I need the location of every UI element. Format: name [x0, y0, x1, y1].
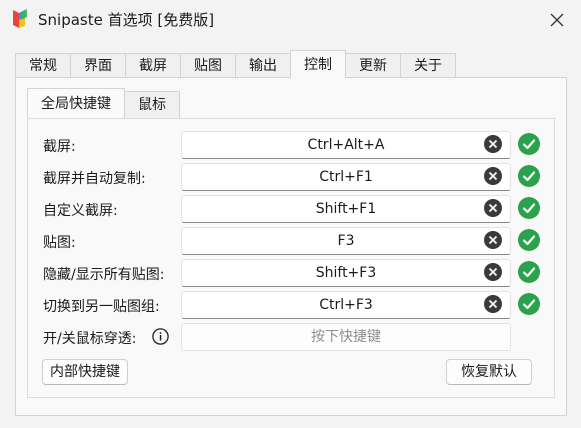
subtab-mouse[interactable]: 鼠标	[124, 91, 180, 118]
tab-interface[interactable]: 界面	[70, 53, 126, 78]
hotkey-label: 隐藏/显示所有贴图:	[43, 267, 165, 283]
hotkey-label: 截屏并自动复制:	[43, 171, 146, 187]
tab-paste[interactable]: 贴图	[180, 53, 236, 78]
mouse-passthrough-label: 开/关鼠标穿透:	[43, 331, 137, 347]
hotkey-input[interactable]: Shift+F1	[181, 195, 511, 223]
check-circle-icon	[518, 261, 540, 283]
close-button[interactable]	[540, 6, 574, 34]
restore-defaults-button[interactable]: 恢复默认	[446, 359, 532, 385]
tab-update[interactable]: 更新	[345, 53, 401, 78]
hotkey-input[interactable]: Ctrl+F3	[181, 291, 511, 319]
close-icon	[550, 13, 564, 27]
control-panel: 全局快捷键 鼠标 截屏: Ctrl+Alt+A 截屏并自动复制: Ctrl+F1…	[15, 77, 567, 416]
check-circle-icon	[518, 133, 540, 155]
hotkey-row: 截屏: Ctrl+Alt+A	[28, 131, 554, 159]
preferences-window: Snipaste 首选项 [免费版] 常规 界面 截屏 贴图 输出 控制 更新 …	[0, 0, 581, 428]
window-title: Snipaste 首选项 [免费版]	[38, 11, 215, 29]
hotkey-row: 自定义截屏: Shift+F1	[28, 195, 554, 223]
sub-tabs: 全局快捷键 鼠标	[27, 88, 180, 119]
clear-icon[interactable]	[484, 295, 502, 313]
snipaste-logo-icon	[13, 9, 27, 28]
hotkey-input[interactable]: Ctrl+F1	[181, 163, 511, 191]
hotkey-input[interactable]: F3	[181, 227, 511, 255]
hotkey-label: 自定义截屏:	[43, 203, 118, 219]
tab-general[interactable]: 常规	[15, 53, 71, 78]
tab-about[interactable]: 关于	[400, 53, 456, 78]
check-circle-icon	[518, 197, 540, 219]
tab-snip[interactable]: 截屏	[125, 53, 181, 78]
hotkey-row: 隐藏/显示所有贴图: Shift+F3	[28, 259, 554, 287]
clear-icon[interactable]	[484, 135, 502, 153]
info-icon[interactable]	[152, 328, 169, 345]
hotkey-row: 截屏并自动复制: Ctrl+F1	[28, 163, 554, 191]
clear-icon[interactable]	[484, 231, 502, 249]
mouse-passthrough-input[interactable]: 按下快捷键	[181, 323, 511, 351]
hotkey-input[interactable]: Ctrl+Alt+A	[181, 131, 511, 159]
title-bar: Snipaste 首选项 [免费版]	[0, 0, 581, 40]
hotkey-row: 贴图: F3	[28, 227, 554, 255]
check-circle-icon	[518, 165, 540, 187]
hotkey-label: 切换到另一贴图组:	[43, 299, 160, 315]
hotkey-input[interactable]: Shift+F3	[181, 259, 511, 287]
check-circle-icon	[518, 293, 540, 315]
check-circle-icon	[518, 229, 540, 251]
hotkey-label: 贴图:	[43, 235, 76, 251]
internal-hotkeys-button[interactable]: 内部快捷键	[42, 359, 128, 385]
mouse-passthrough-row: 开/关鼠标穿透: 按下快捷键	[28, 323, 554, 351]
hotkeys-panel: 截屏: Ctrl+Alt+A 截屏并自动复制: Ctrl+F1 自定义截屏: S…	[27, 118, 555, 398]
tab-control[interactable]: 控制	[290, 50, 346, 78]
subtab-global-hotkeys[interactable]: 全局快捷键	[27, 88, 125, 118]
clear-icon[interactable]	[484, 199, 502, 217]
hotkey-label: 截屏:	[43, 139, 76, 155]
clear-icon[interactable]	[484, 167, 502, 185]
hotkey-row: 切换到另一贴图组: Ctrl+F3	[28, 291, 554, 319]
tab-output[interactable]: 输出	[235, 53, 291, 78]
clear-icon[interactable]	[484, 263, 502, 281]
main-tabs: 常规 界面 截屏 贴图 输出 控制 更新 关于	[15, 50, 456, 78]
